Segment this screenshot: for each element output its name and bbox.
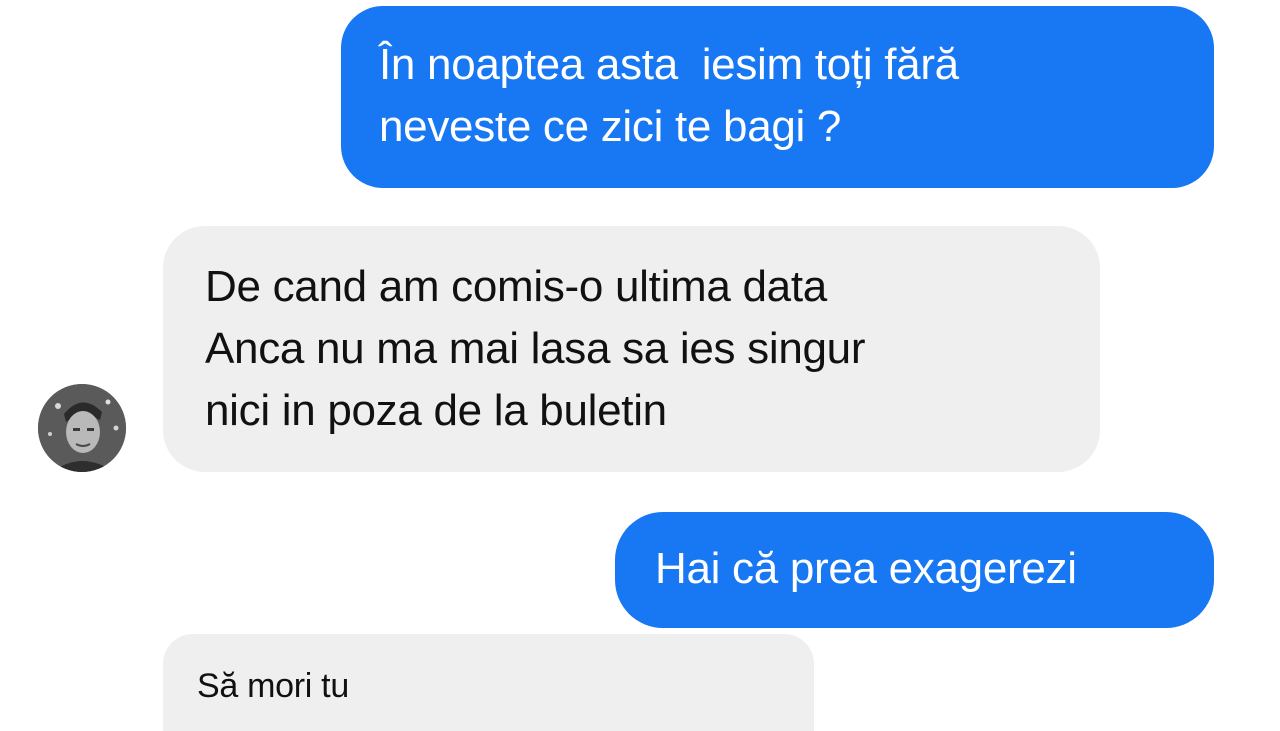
outgoing-message-bubble[interactable]: În noaptea asta iesim toți fără neveste … — [341, 6, 1214, 188]
message-text-line: De cand am comis-o ultima data — [205, 262, 827, 311]
message-text-line: Hai că prea exagerezi — [655, 544, 1077, 593]
outgoing-message-bubble[interactable]: Hai că prea exagerezi — [615, 512, 1214, 628]
incoming-message-bubble[interactable]: De cand am comis-o ultima data Anca nu m… — [163, 226, 1100, 472]
chat-thread: În noaptea asta iesim toți fără neveste … — [0, 0, 1280, 731]
user-avatar-icon — [38, 384, 126, 472]
message-text-line: Anca nu ma mai lasa sa ies singur — [205, 324, 866, 373]
message-text-line: În noaptea asta iesim toți fără — [379, 40, 959, 89]
message-text-line: nici in poza de la buletin — [205, 386, 667, 435]
incoming-message-bubble[interactable]: Să mori tu — [163, 634, 814, 731]
message-text-line: Să mori tu — [197, 667, 349, 705]
contact-avatar[interactable] — [38, 384, 126, 472]
message-text-line: neveste ce zici te bagi ? — [379, 102, 842, 151]
